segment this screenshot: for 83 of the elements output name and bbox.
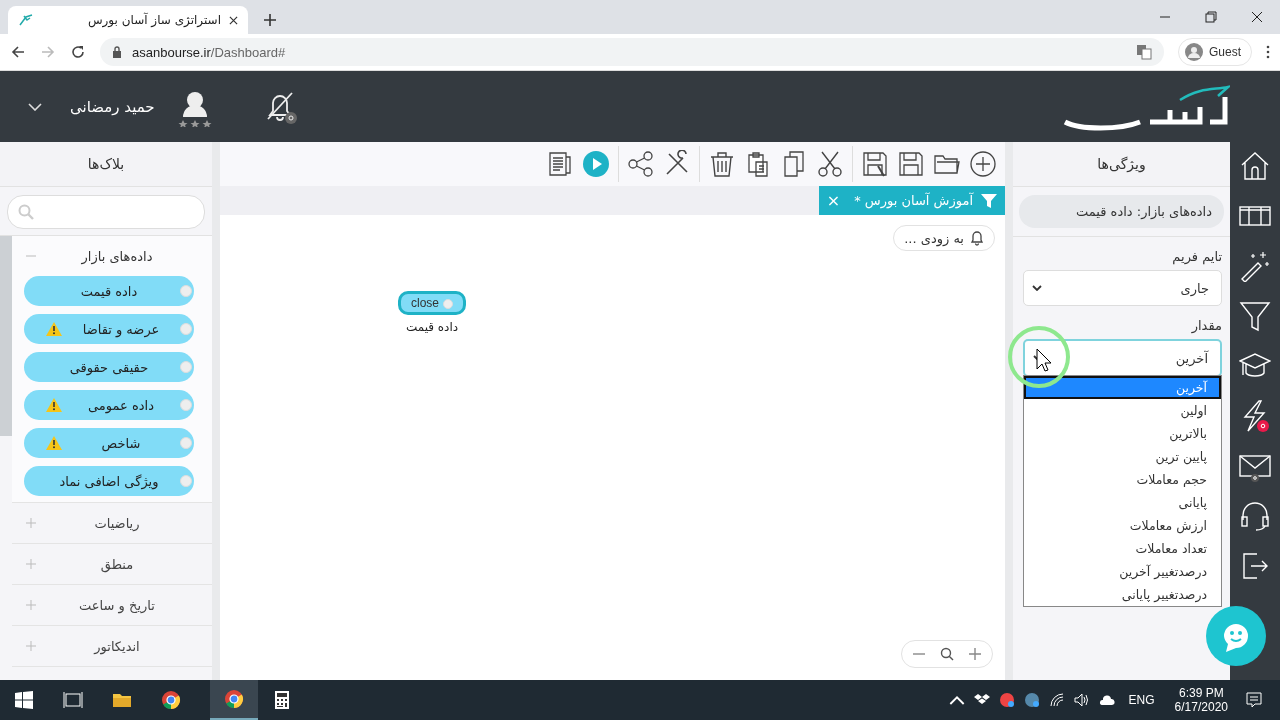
magic-wand-icon[interactable] bbox=[1239, 250, 1271, 282]
wifi-icon[interactable] bbox=[1048, 692, 1065, 708]
select-field[interactable]: آخرین bbox=[1023, 339, 1222, 377]
chrome-icon[interactable] bbox=[161, 690, 181, 710]
block-name-pill: داده‌های بازار: داده قیمت bbox=[1019, 195, 1224, 228]
plus-icon bbox=[26, 641, 36, 651]
plus-icon bbox=[26, 600, 36, 610]
warning-icon bbox=[46, 322, 62, 336]
dropdown-option[interactable]: پایانی bbox=[1024, 491, 1221, 514]
app-tray-icon[interactable] bbox=[998, 692, 1015, 708]
search-icon bbox=[18, 204, 34, 220]
plus-icon bbox=[26, 559, 36, 569]
address-bar[interactable]: asanbourse.ir/Dashboard# bbox=[100, 38, 1164, 66]
filter-icon bbox=[981, 192, 997, 209]
funnel-icon[interactable] bbox=[1239, 300, 1271, 332]
calculator-icon[interactable] bbox=[272, 690, 292, 710]
menu-icon[interactable] bbox=[1266, 45, 1270, 59]
block-item[interactable]: ویژگی اضافی نماد bbox=[24, 466, 194, 496]
trash-icon[interactable] bbox=[708, 150, 736, 178]
scissors-icon[interactable] bbox=[816, 150, 844, 178]
headset-icon[interactable] bbox=[1239, 500, 1271, 532]
warning-icon bbox=[46, 398, 62, 412]
app-tray-icon[interactable] bbox=[1023, 692, 1040, 708]
select-field[interactable]: جاری bbox=[1023, 270, 1222, 306]
chevron-down-icon[interactable] bbox=[28, 102, 42, 111]
new-tab-icon[interactable] bbox=[264, 14, 276, 26]
bull-logo-icon bbox=[18, 12, 34, 28]
plus-icon bbox=[26, 518, 36, 528]
restore-icon[interactable] bbox=[1205, 11, 1217, 23]
speaker-icon[interactable] bbox=[1073, 692, 1090, 708]
dropdown-option[interactable]: حجم معاملات bbox=[1024, 468, 1221, 491]
lock-icon bbox=[112, 46, 122, 58]
user-name[interactable]: حمید رمضانی bbox=[70, 97, 155, 116]
language-indicator[interactable]: ENG bbox=[1128, 693, 1155, 707]
tab-title: استراتژی ساز آسان بورس bbox=[86, 13, 221, 27]
save-as-icon[interactable] bbox=[861, 150, 889, 178]
bell-icon bbox=[970, 230, 984, 246]
close-icon[interactable] bbox=[229, 15, 238, 25]
category-header[interactable]: منطق bbox=[12, 544, 212, 584]
reload-icon[interactable] bbox=[70, 44, 86, 60]
block-item[interactable]: عرضه و تقاضا bbox=[24, 314, 194, 344]
task-view-icon[interactable] bbox=[63, 690, 83, 710]
translate-icon[interactable] bbox=[1136, 44, 1152, 60]
block-item[interactable]: شاخص bbox=[24, 428, 194, 458]
field-label: مقدار bbox=[1190, 318, 1222, 333]
save-icon[interactable] bbox=[897, 150, 925, 178]
dropdown-option[interactable]: تعداد معاملات bbox=[1024, 537, 1221, 560]
browser-tab[interactable]: استراتژی ساز آسان بورس bbox=[8, 6, 248, 34]
node-label: داده قیمت bbox=[405, 320, 459, 334]
category-header[interactable]: داده‌های بازار bbox=[12, 236, 212, 276]
block-item[interactable]: حقیقی حقوقی bbox=[24, 352, 194, 382]
category-header[interactable]: تاریخ و ساعت bbox=[12, 585, 212, 625]
category-header[interactable]: اندیکاتور bbox=[12, 626, 212, 666]
document-icon[interactable] bbox=[546, 150, 574, 178]
dropdown-option[interactable]: بالاترین bbox=[1024, 422, 1221, 445]
dropdown-option[interactable]: درصدتغییر پایانی bbox=[1024, 583, 1221, 606]
block-item[interactable]: داده عمومی bbox=[24, 390, 194, 420]
block-node[interactable]: close bbox=[398, 291, 466, 315]
cloud-icon[interactable] bbox=[1098, 692, 1115, 708]
avatar-icon bbox=[1185, 43, 1203, 61]
notifications-icon[interactable] bbox=[1246, 692, 1262, 708]
dropdown-option[interactable]: درصدتغییر آخرین bbox=[1024, 560, 1221, 583]
block-item[interactable]: داده قیمت bbox=[24, 276, 194, 306]
warning-icon bbox=[46, 436, 62, 450]
chrome-icon[interactable] bbox=[224, 689, 244, 709]
search-field[interactable] bbox=[7, 195, 205, 229]
search-icon[interactable] bbox=[940, 647, 954, 661]
dropdown-option[interactable]: پایین ترین bbox=[1024, 445, 1221, 468]
clock[interactable]: 6:39 PM 6/17/2020 bbox=[1174, 686, 1228, 714]
share-icon[interactable] bbox=[627, 150, 655, 178]
add-icon[interactable] bbox=[969, 150, 997, 178]
dropdown-option[interactable]: اولین bbox=[1024, 399, 1221, 422]
dropdown-option[interactable]: ارزش معاملات bbox=[1024, 514, 1221, 537]
close-icon[interactable] bbox=[1251, 11, 1263, 23]
chat-button[interactable] bbox=[1206, 606, 1266, 666]
windows-start-icon[interactable] bbox=[14, 690, 34, 710]
home-icon[interactable] bbox=[1239, 150, 1271, 182]
scrollbar[interactable] bbox=[0, 236, 12, 436]
category-header[interactable]: ریاضیات bbox=[12, 503, 212, 543]
back-icon[interactable] bbox=[10, 44, 26, 60]
caret-icon bbox=[1032, 285, 1042, 291]
field-label: تایم فریم bbox=[1171, 249, 1222, 264]
play-icon[interactable] bbox=[582, 150, 610, 178]
